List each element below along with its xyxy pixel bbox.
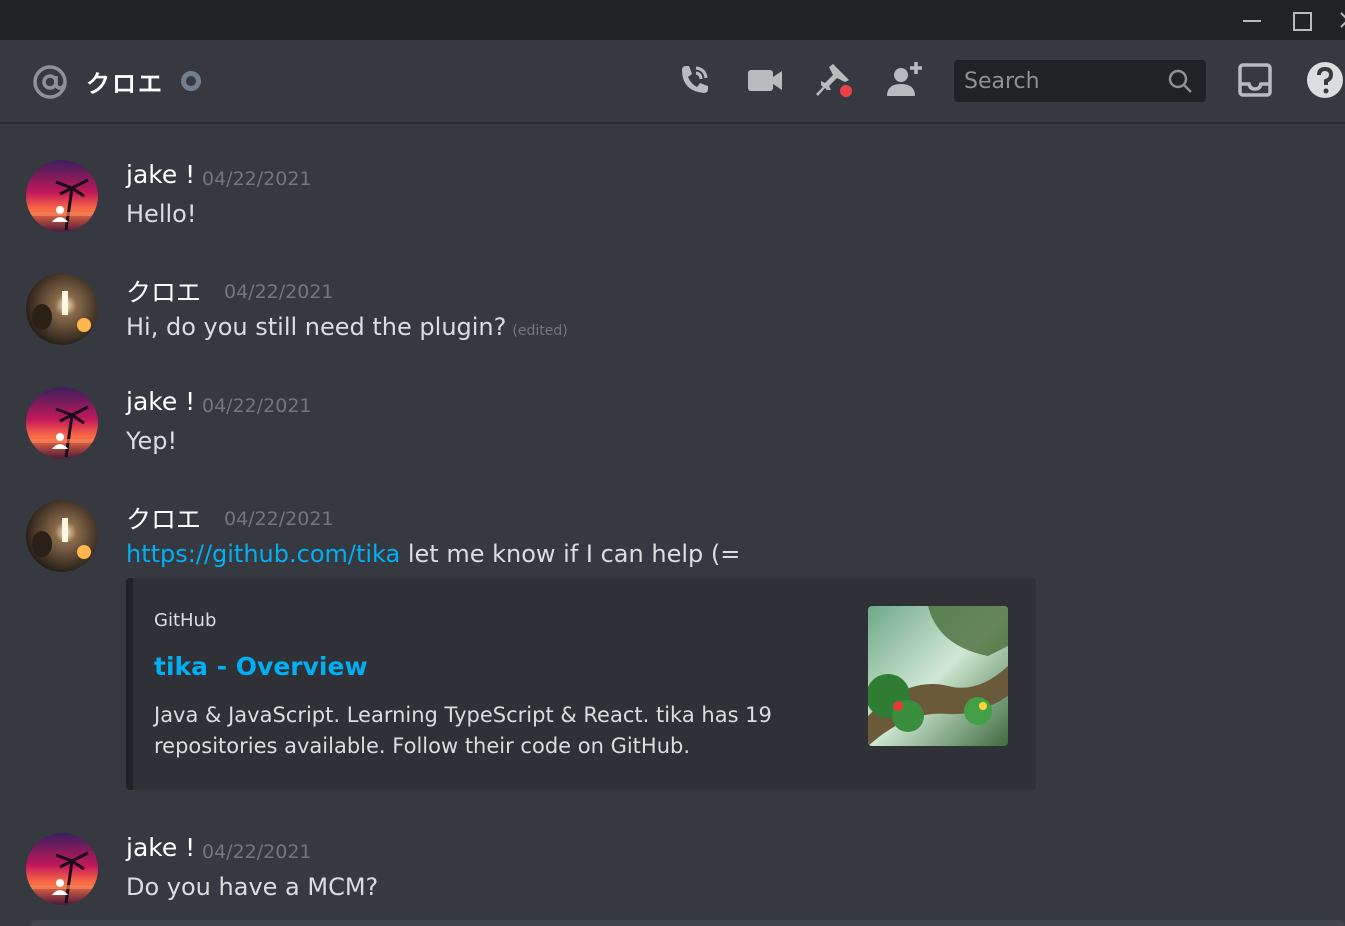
search-input[interactable] bbox=[954, 60, 1154, 102]
message-content: Hi, do you still need the plugin? (edited… bbox=[126, 313, 568, 341]
call-icon[interactable] bbox=[674, 60, 714, 100]
message-content: Hello! bbox=[126, 200, 196, 228]
message-author[interactable]: クロエ bbox=[126, 500, 201, 536]
maximize-button[interactable] bbox=[1288, 6, 1316, 34]
avatar-jake[interactable] bbox=[26, 387, 98, 459]
message-text: Hello! bbox=[126, 200, 197, 228]
message-timestamp: 04/22/2021 bbox=[202, 395, 312, 417]
pin-icon[interactable] bbox=[815, 60, 855, 100]
message-timestamp: 04/22/2021 bbox=[202, 841, 312, 863]
message-content: https://github.com/tika let me know if I… bbox=[126, 540, 740, 568]
message-author[interactable]: jake ! bbox=[126, 160, 195, 189]
video-icon[interactable] bbox=[745, 60, 785, 100]
edited-label: (edited) bbox=[512, 323, 568, 339]
help-icon[interactable] bbox=[1305, 60, 1345, 100]
message-content: Yep! bbox=[126, 427, 177, 455]
message-text: Hi, do you still need the plugin? bbox=[126, 313, 507, 341]
message-author[interactable]: jake ! bbox=[126, 833, 195, 862]
window-titlebar bbox=[0, 0, 1345, 40]
message-link[interactable]: https://github.com/tika bbox=[126, 540, 400, 568]
search-box[interactable] bbox=[954, 60, 1206, 102]
message-timestamp: 04/22/2021 bbox=[224, 508, 334, 530]
message-text: Yep! bbox=[126, 427, 178, 455]
status-indicator bbox=[181, 71, 201, 91]
channel-header: クロエ bbox=[0, 40, 1345, 124]
search-icon[interactable] bbox=[1167, 68, 1193, 94]
add-user-icon[interactable] bbox=[884, 60, 924, 100]
message-text: let me know if I can help (= bbox=[400, 540, 741, 568]
inbox-icon[interactable] bbox=[1235, 60, 1275, 100]
message-timestamp: 04/22/2021 bbox=[224, 281, 334, 303]
embed-provider: GitHub bbox=[154, 610, 217, 631]
channel-title: クロエ bbox=[86, 70, 164, 98]
avatar-jake[interactable] bbox=[26, 833, 98, 905]
message-text: Do you have a MCM? bbox=[126, 873, 379, 901]
message-author[interactable]: クロエ bbox=[126, 273, 201, 309]
close-button[interactable] bbox=[1336, 6, 1345, 34]
message-content: Do you have a MCM? bbox=[126, 873, 378, 901]
avatar-kuroe[interactable] bbox=[26, 500, 98, 572]
message-timestamp: 04/22/2021 bbox=[202, 168, 312, 190]
at-icon bbox=[33, 65, 67, 99]
embed-title-link[interactable]: tika - Overview bbox=[154, 652, 368, 681]
link-embed: GitHub tika - Overview Java & JavaScript… bbox=[126, 578, 1036, 790]
avatar-jake[interactable] bbox=[26, 160, 98, 232]
avatar-kuroe[interactable] bbox=[26, 273, 98, 345]
message-composer[interactable] bbox=[30, 920, 1345, 926]
minimize-button[interactable] bbox=[1238, 6, 1266, 34]
embed-description: Java & JavaScript. Learning TypeScript &… bbox=[154, 703, 772, 758]
message-author[interactable]: jake ! bbox=[126, 387, 195, 416]
embed-thumbnail[interactable] bbox=[868, 606, 1008, 746]
